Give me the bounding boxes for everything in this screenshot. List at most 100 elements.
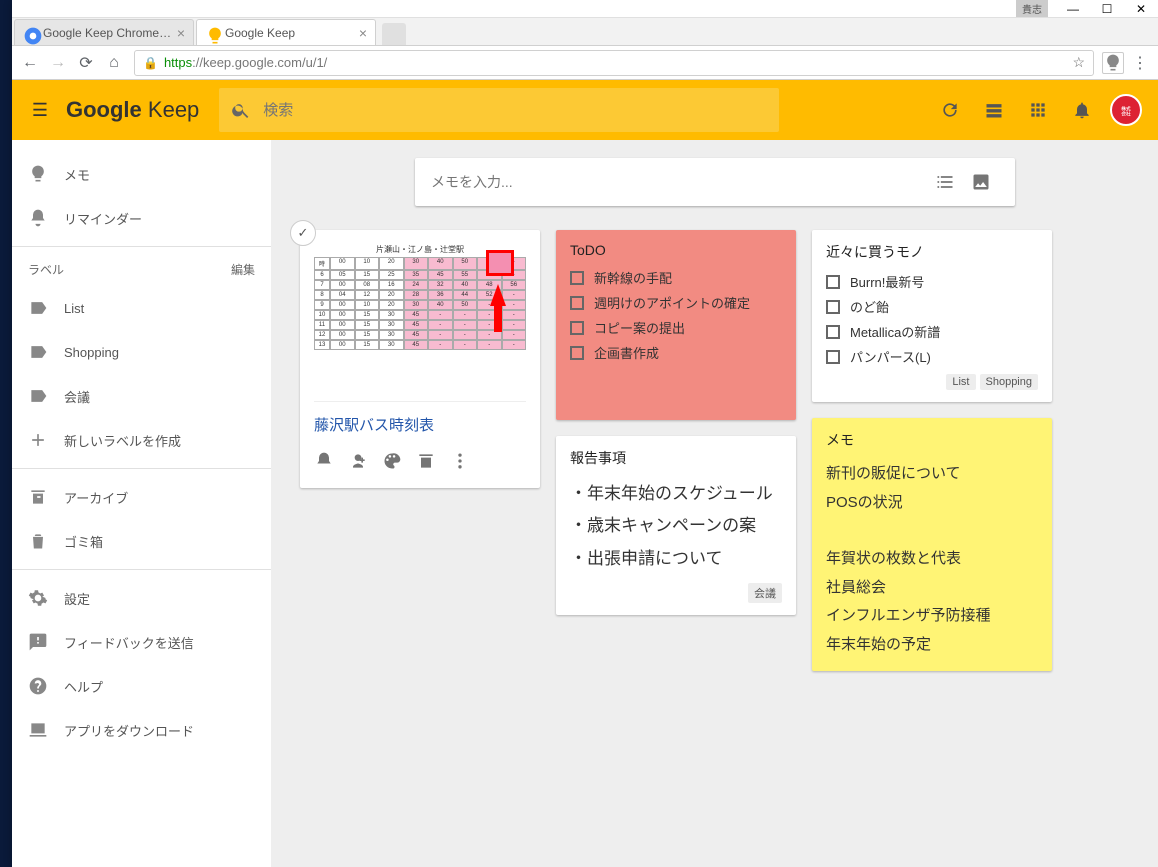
plus-icon bbox=[28, 430, 64, 450]
logo-bold: Google bbox=[66, 97, 142, 122]
keep-searchbar[interactable] bbox=[219, 88, 779, 132]
gear-icon bbox=[28, 588, 64, 608]
window-close[interactable]: ✕ bbox=[1124, 0, 1158, 18]
sidebar-label: 会議 bbox=[64, 387, 90, 406]
checklist-item[interactable]: 新幹線の手配 bbox=[570, 268, 782, 287]
checkbox-icon[interactable] bbox=[826, 350, 840, 364]
back-button[interactable]: ← bbox=[16, 49, 44, 77]
annotation-arrow-stem bbox=[494, 302, 502, 332]
refresh-button[interactable] bbox=[928, 88, 972, 132]
keep-icon bbox=[205, 26, 219, 40]
note-label-chip[interactable]: List bbox=[946, 374, 975, 390]
archive-icon[interactable] bbox=[416, 451, 436, 476]
reload-button[interactable]: ⟳ bbox=[72, 49, 100, 77]
address-omnibox[interactable]: 🔒 https://keep.google.com/u/1/ ☆ bbox=[134, 50, 1094, 76]
note-todo[interactable]: ToDO 新幹線の手配 週明けのアポイントの確定 コピー案の提出 企画書作成 bbox=[556, 230, 796, 420]
take-note-bar[interactable] bbox=[415, 158, 1015, 206]
checklist-item[interactable]: Metallicaの新譜 bbox=[826, 322, 1038, 341]
lock-icon: 🔒 bbox=[143, 56, 158, 70]
view-toggle-button[interactable] bbox=[972, 88, 1016, 132]
note-image: 片瀬山・江ノ島・辻堂駅 時00102030405055- 60515253545… bbox=[314, 242, 526, 402]
sidebar-label: Shopping bbox=[64, 345, 119, 360]
browser-addrbar: ← → ⟳ ⌂ 🔒 https://keep.google.com/u/1/ ☆… bbox=[12, 46, 1158, 80]
checkbox-icon[interactable] bbox=[570, 321, 584, 335]
item-text: Metallicaの新譜 bbox=[850, 322, 940, 341]
collaborator-icon[interactable] bbox=[348, 451, 368, 476]
tab-title: Google Keep Chrome 拡 bbox=[43, 24, 173, 41]
checklist-item[interactable]: コピー案の提出 bbox=[570, 318, 782, 337]
browser-menu-icon[interactable]: ⋮ bbox=[1126, 49, 1154, 77]
checkbox-icon[interactable] bbox=[826, 275, 840, 289]
sidebar-label-meeting[interactable]: 会議 bbox=[12, 374, 271, 418]
select-note-check-icon[interactable]: ✓ bbox=[290, 220, 316, 246]
checkbox-icon[interactable] bbox=[826, 300, 840, 314]
note-label-chip[interactable]: 会議 bbox=[748, 583, 782, 603]
tab-close-icon[interactable]: × bbox=[177, 25, 185, 41]
new-list-icon[interactable] bbox=[927, 172, 963, 192]
note-memo[interactable]: メモ 新刊の販促について POSの状況 年賀状の枚数と代表 社員総会 インフルエ… bbox=[812, 418, 1052, 671]
note-timetable[interactable]: ✓ 片瀬山・江ノ島・辻堂駅 時00102030405055- 605152535… bbox=[300, 230, 540, 488]
bookmark-star-icon[interactable]: ☆ bbox=[1072, 54, 1085, 71]
checkbox-icon[interactable] bbox=[570, 271, 584, 285]
tab-close-icon[interactable]: × bbox=[359, 25, 367, 41]
item-text: 新幹線の手配 bbox=[594, 268, 672, 287]
sidebar-help[interactable]: ヘルプ bbox=[12, 664, 271, 708]
note-body: 新刊の販促について POSの状況 bbox=[826, 460, 1038, 517]
sidebar-settings[interactable]: 設定 bbox=[12, 576, 271, 620]
sidebar-label-list[interactable]: List bbox=[12, 286, 271, 330]
checkbox-icon[interactable] bbox=[570, 346, 584, 360]
checklist-item[interactable]: 週明けのアポイントの確定 bbox=[570, 293, 782, 312]
labels-edit-link[interactable]: 編集 bbox=[231, 261, 255, 278]
new-tab-button[interactable] bbox=[382, 23, 406, 45]
notifications-icon[interactable] bbox=[1060, 88, 1104, 132]
download-icon bbox=[28, 720, 64, 740]
sidebar-label-shopping[interactable]: Shopping bbox=[12, 330, 271, 374]
lightbulb-icon bbox=[28, 164, 64, 184]
apps-grid-icon[interactable] bbox=[1016, 88, 1060, 132]
new-image-icon[interactable] bbox=[963, 172, 999, 192]
item-text: 企画書作成 bbox=[594, 343, 659, 362]
note-title: 近々に買うモノ bbox=[826, 242, 1038, 262]
checklist-item[interactable]: パンパース(L) bbox=[826, 347, 1038, 366]
browser-tabbar: Google Keep Chrome 拡 × Google Keep × bbox=[12, 18, 1158, 46]
sidebar-label: List bbox=[64, 301, 84, 316]
keep-extension-icon[interactable] bbox=[1102, 52, 1124, 74]
browser-tab-1[interactable]: Google Keep × bbox=[196, 19, 376, 45]
search-input[interactable] bbox=[263, 102, 779, 119]
note-label-chip[interactable]: Shopping bbox=[980, 374, 1039, 390]
tab-title: Google Keep bbox=[225, 26, 355, 40]
checkbox-icon[interactable] bbox=[570, 296, 584, 310]
window-maximize[interactable]: ☐ bbox=[1090, 0, 1124, 18]
checklist-item[interactable]: Burrn!最新号 bbox=[826, 272, 1038, 291]
sidebar-notes[interactable]: メモ bbox=[12, 152, 271, 196]
window-minimize[interactable]: — bbox=[1056, 0, 1090, 18]
label-icon bbox=[28, 342, 64, 362]
sidebar-new-label[interactable]: 新しいラベルを作成 bbox=[12, 418, 271, 462]
home-button[interactable]: ⌂ bbox=[100, 49, 128, 77]
sidebar-trash[interactable]: ゴミ箱 bbox=[12, 519, 271, 563]
account-avatar[interactable]: ㍿ bbox=[1104, 88, 1148, 132]
note-shopping[interactable]: 近々に買うモノ Burrn!最新号 のど飴 Metallicaの新譜 パンパース… bbox=[812, 230, 1052, 402]
checkbox-icon[interactable] bbox=[826, 325, 840, 339]
sidebar-download[interactable]: アプリをダウンロード bbox=[12, 708, 271, 752]
browser-tab-0[interactable]: Google Keep Chrome 拡 × bbox=[14, 19, 194, 45]
remind-icon[interactable] bbox=[314, 451, 334, 476]
sidebar-feedback[interactable]: フィードバックを送信 bbox=[12, 620, 271, 664]
url-rest: ://keep.google.com/u/1/ bbox=[192, 55, 327, 70]
palette-icon[interactable] bbox=[382, 451, 402, 476]
checklist-item[interactable]: のど飴 bbox=[826, 297, 1038, 316]
labels-title: ラベル bbox=[28, 261, 64, 278]
trash-icon bbox=[28, 531, 64, 551]
take-note-input[interactable] bbox=[431, 174, 927, 190]
sidebar-archive[interactable]: アーカイブ bbox=[12, 475, 271, 519]
sidebar-reminders[interactable]: リマインダー bbox=[12, 196, 271, 240]
note-report[interactable]: 報告事項 ・年末年始のスケジュール ・歳末キャンペーンの案 ・出張申請について … bbox=[556, 436, 796, 615]
note-title: 藤沢駅バス時刻表 bbox=[314, 402, 526, 435]
sidebar-label: ヘルプ bbox=[64, 677, 103, 696]
forward-button[interactable]: → bbox=[44, 49, 72, 77]
avatar-icon: ㍿ bbox=[1110, 94, 1142, 126]
hamburger-menu-icon[interactable]: ☰ bbox=[22, 92, 58, 128]
more-icon[interactable] bbox=[450, 451, 470, 476]
checklist-item[interactable]: 企画書作成 bbox=[570, 343, 782, 362]
sidebar-label: リマインダー bbox=[64, 209, 142, 228]
